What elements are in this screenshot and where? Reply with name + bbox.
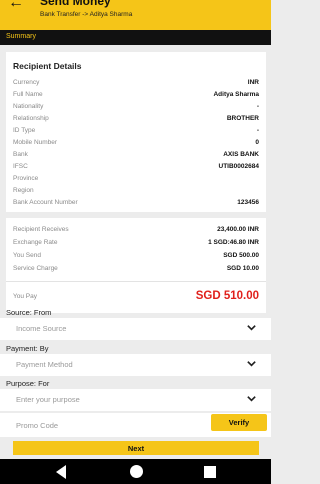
amount-value: 23,400.00 INR (217, 226, 259, 233)
detail-row-mobile-number: Mobile Number 0 (13, 139, 259, 150)
detail-row-id-type: ID Type - (13, 127, 259, 138)
amount-summary-card: Recipient Receives 23,400.00 INR Exchang… (6, 218, 266, 313)
purpose-dropdown[interactable]: Enter your purpose (0, 389, 271, 411)
detail-value: 0 (255, 139, 259, 146)
detail-label: Currency (13, 79, 40, 86)
detail-label: Relationship (13, 115, 49, 122)
amount-value: 1 SGD:46.80 INR (208, 239, 259, 246)
next-button[interactable]: Next (13, 441, 259, 455)
summary-label: Summary (6, 33, 36, 40)
promo-code-placeholder: Promo Code (16, 421, 59, 430)
detail-value: 123456 (237, 199, 259, 206)
detail-row-currency: Currency INR (13, 79, 259, 90)
nav-back-icon[interactable] (56, 465, 66, 479)
detail-value: BROTHER (226, 115, 259, 122)
detail-label: IFSC (13, 163, 28, 170)
payment-method-placeholder: Payment Method (16, 360, 73, 369)
detail-label: Full Name (13, 91, 43, 98)
detail-value: - (256, 103, 259, 110)
amount-label: You Send (13, 252, 41, 259)
amount-row-recipient-receives: Recipient Receives 23,400.00 INR (13, 226, 259, 237)
divider (6, 281, 266, 282)
detail-label: Bank (13, 151, 28, 158)
purpose-placeholder: Enter your purpose (16, 395, 80, 404)
detail-value: Aditya Sharma (213, 91, 259, 98)
detail-row-region: Region (13, 187, 259, 198)
detail-row-province: Province (13, 175, 259, 186)
amount-row-you-pay: You Pay SGD 510.00 (13, 290, 259, 304)
purpose-label: Purpose: For (6, 379, 50, 388)
amount-row-you-send: You Send SGD 500.00 (13, 252, 259, 263)
chevron-down-icon (247, 325, 256, 331)
pay-label: You Pay (13, 293, 37, 300)
detail-value: INR (247, 79, 259, 86)
detail-value: AXIS BANK (223, 151, 259, 158)
page-subtitle: Bank Transfer -> Aditya Sharma (40, 11, 133, 18)
detail-label: ID Type (13, 127, 36, 134)
nav-home-icon[interactable] (130, 465, 143, 478)
page-title: Send Money (40, 0, 111, 8)
amount-value: SGD 500.00 (223, 252, 259, 259)
detail-row-bank: Bank AXIS BANK (13, 151, 259, 162)
detail-row-nationality: Nationality - (13, 103, 259, 114)
payment-method-dropdown[interactable]: Payment Method (0, 354, 271, 376)
detail-value: UTIB0002684 (218, 163, 259, 170)
back-arrow-icon[interactable]: ← (8, 0, 24, 12)
amount-label: Exchange Rate (13, 239, 58, 246)
amount-label: Recipient Receives (13, 226, 69, 233)
verify-button[interactable]: Verify (211, 414, 267, 431)
pay-total-value: SGD 510.00 (195, 290, 259, 302)
summary-bar: Summary (0, 30, 271, 45)
app-header: ← Send Money Bank Transfer -> Aditya Sha… (0, 0, 271, 30)
payment-label: Payment: By (6, 344, 49, 353)
income-source-dropdown[interactable]: Income Source (0, 318, 271, 340)
income-source-placeholder: Income Source (16, 324, 67, 333)
detail-label: Region (13, 187, 34, 194)
detail-row-bank-account-number: Bank Account Number 123456 (13, 199, 259, 210)
amount-row-service-charge: Service Charge SGD 10.00 (13, 265, 259, 276)
nav-recents-icon[interactable] (204, 466, 216, 478)
detail-label: Province (13, 175, 39, 182)
amount-value: SGD 10.00 (226, 265, 259, 272)
amount-row-exchange-rate: Exchange Rate 1 SGD:46.80 INR (13, 239, 259, 250)
detail-row-ifsc: IFSC UTIB0002684 (13, 163, 259, 174)
detail-row-full-name: Full Name Aditya Sharma (13, 91, 259, 102)
recipient-details-card: Recipient Details Currency INR Full Name… (6, 52, 266, 212)
chevron-down-icon (247, 396, 256, 402)
android-nav-bar (0, 459, 271, 484)
amount-label: Service Charge (13, 265, 58, 272)
detail-label: Bank Account Number (13, 199, 78, 206)
detail-value: - (256, 127, 259, 134)
detail-label: Mobile Number (13, 139, 58, 146)
recipient-details-title: Recipient Details (13, 61, 82, 71)
source-label: Source: From (6, 308, 52, 317)
detail-label: Nationality (13, 103, 44, 110)
detail-row-relationship: Relationship BROTHER (13, 115, 259, 126)
chevron-down-icon (247, 361, 256, 367)
